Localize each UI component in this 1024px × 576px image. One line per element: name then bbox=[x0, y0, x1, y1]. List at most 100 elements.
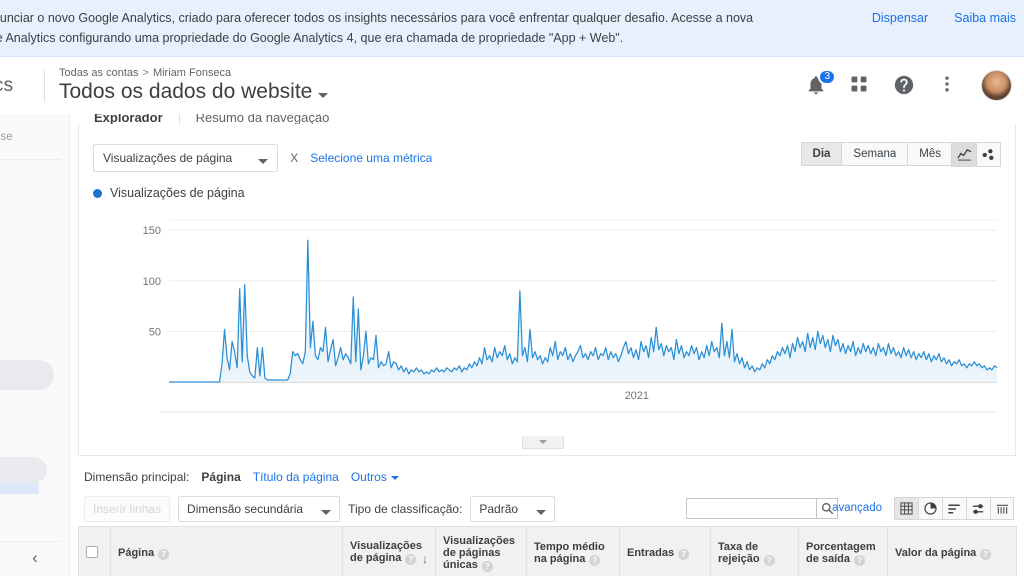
ga4-promo-banner: anunciar o novo Google Analytics, criado… bbox=[0, 0, 1024, 57]
pageviews-timeseries-chart[interactable]: 50 100 150 2021 bbox=[79, 202, 1017, 422]
topbar-icon-group: 3 bbox=[805, 57, 1012, 114]
brand-divider bbox=[44, 69, 45, 102]
svg-text:50: 50 bbox=[149, 326, 161, 338]
select-all-checkbox[interactable] bbox=[86, 545, 98, 558]
help-icon[interactable]: ? bbox=[854, 555, 866, 566]
learn-more-link[interactable]: Saiba mais bbox=[954, 11, 1016, 25]
pivot-view-icon[interactable] bbox=[990, 497, 1014, 520]
select-all-header bbox=[78, 526, 111, 576]
help-icon[interactable] bbox=[893, 74, 917, 98]
sort-type-label: Tipo de classificação: bbox=[348, 502, 463, 516]
chevron-down-icon bbox=[539, 440, 547, 444]
sidebar-collapse-button[interactable]: ‹ bbox=[0, 548, 70, 568]
help-icon[interactable]: ? bbox=[158, 549, 170, 560]
col-entradas[interactable]: Entradas? bbox=[619, 526, 711, 576]
chevron-down-icon bbox=[318, 92, 329, 98]
col-visualizacoes-de-pagina[interactable]: Visualizações de página? ↓ bbox=[342, 526, 436, 576]
analytics-page: anunciar o novo Google Analytics, criado… bbox=[0, 0, 1024, 576]
col-visualizacoes-paginas-unicas[interactable]: Visualizações de páginas únicas? bbox=[435, 526, 527, 576]
sidebar-text-fragment: conse bbox=[0, 131, 13, 143]
breadcrumb-separator: > bbox=[142, 67, 149, 79]
table-header-row: Página? Visualizações de página? ↓ Visual… bbox=[78, 526, 1017, 576]
col-porcentagem-de-saida[interactable]: Porcentagem de saída? bbox=[798, 526, 888, 576]
help-icon[interactable]: ? bbox=[481, 561, 493, 572]
help-icon[interactable]: ? bbox=[980, 549, 992, 560]
help-icon[interactable]: ? bbox=[763, 555, 775, 566]
banner-line-2: gle Analytics configurando uma proprieda… bbox=[0, 31, 624, 45]
banner-text: anunciar o novo Google Analytics, criado… bbox=[0, 0, 816, 48]
legend-label: Visualizações de página bbox=[110, 186, 245, 200]
secondary-dimension-select[interactable]: Dimensão secundária bbox=[178, 496, 341, 522]
account-selector[interactable]: Todas as contas > Miriam Fonseca Todos os … bbox=[59, 67, 329, 104]
help-icon[interactable]: ? bbox=[678, 549, 690, 560]
dimension-others-link[interactable]: Outros bbox=[351, 470, 399, 484]
table-search bbox=[686, 498, 838, 519]
performance-view-icon[interactable] bbox=[966, 497, 990, 520]
metric-selector-row: Visualizações de página X Selecione uma … bbox=[93, 144, 432, 172]
tab-resumo-navegacao[interactable]: Resumo da navegação bbox=[180, 114, 346, 124]
svg-text:100: 100 bbox=[143, 276, 161, 288]
sort-type-value: Padrão bbox=[479, 502, 519, 516]
line-chart-icon[interactable] bbox=[951, 142, 976, 167]
dismiss-banner-button[interactable]: Dispensar bbox=[872, 11, 928, 25]
banner-line-1: anunciar o novo Google Analytics, criado… bbox=[0, 11, 754, 25]
sidebar-divider-2 bbox=[0, 541, 61, 542]
apps-grid-icon[interactable] bbox=[849, 74, 873, 98]
banner-actions: Dispensar Saiba mais bbox=[872, 11, 1016, 25]
sort-desc-icon[interactable]: ↓ bbox=[422, 552, 428, 566]
main-content: Explorador Resumo da navegação Visualiza… bbox=[70, 114, 1024, 576]
pie-view-icon[interactable] bbox=[918, 497, 942, 520]
granularity-dia[interactable]: Dia bbox=[800, 142, 842, 166]
primary-dimension-row: Dimensão principal: Página Título da pág… bbox=[84, 470, 399, 484]
legend-color-dot bbox=[93, 188, 102, 198]
report-table: Página? Visualizações de página? ↓ Visual… bbox=[78, 526, 1017, 576]
chart-card: Visualizações de página X Selecione uma … bbox=[78, 124, 1016, 456]
avatar[interactable] bbox=[981, 70, 1012, 101]
advanced-filter-link[interactable]: avançado bbox=[832, 502, 882, 514]
granularity-toggle: Dia Semana Mês bbox=[800, 142, 953, 166]
sidebar-item-highlight[interactable] bbox=[0, 360, 54, 390]
chart-legend: Visualizações de página bbox=[93, 186, 245, 200]
svg-text:2021: 2021 bbox=[625, 390, 649, 402]
bell-icon[interactable]: 3 bbox=[805, 68, 836, 98]
granularity-mes[interactable]: Mês bbox=[907, 142, 953, 166]
primary-dimension-active[interactable]: Página bbox=[201, 470, 240, 484]
notification-badge: 3 bbox=[818, 68, 836, 85]
help-icon[interactable]: ? bbox=[589, 555, 601, 566]
sort-type-select[interactable]: Padrão bbox=[470, 496, 556, 522]
table-view-icon[interactable] bbox=[894, 497, 918, 520]
chart-type-toggle bbox=[951, 142, 1001, 167]
page-title[interactable]: Todos os dados do website bbox=[59, 80, 329, 104]
view-type-group bbox=[894, 497, 1014, 520]
chevron-down-icon bbox=[536, 509, 547, 515]
col-pagina[interactable]: Página? bbox=[110, 526, 343, 576]
chevron-down-icon bbox=[321, 509, 332, 515]
chart-svg: 50 100 150 2021 bbox=[143, 219, 998, 413]
more-vert-icon[interactable] bbox=[937, 74, 961, 98]
dimension-title-link[interactable]: Título da página bbox=[253, 470, 339, 484]
select-metric-link[interactable]: Selecione uma métrica bbox=[310, 151, 432, 165]
col-taxa-de-rejeicao[interactable]: Taxa de rejeição? bbox=[710, 526, 799, 576]
chevron-down-icon bbox=[390, 476, 399, 480]
chevron-down-icon bbox=[258, 158, 269, 164]
tab-explorador[interactable]: Explorador bbox=[78, 114, 179, 124]
col-valor-da-pagina[interactable]: Valor da página? bbox=[887, 526, 1017, 576]
breadcrumb-account[interactable]: Todas as contas bbox=[59, 67, 139, 79]
analytics-logo-text[interactable]: tics bbox=[0, 75, 40, 97]
sidebar-item-selected[interactable] bbox=[0, 457, 47, 494]
breadcrumb-property[interactable]: Miriam Fonseca bbox=[153, 67, 231, 79]
scatter-chart-icon[interactable] bbox=[976, 142, 1001, 167]
bar-view-icon[interactable] bbox=[942, 497, 966, 520]
metric-select[interactable]: Visualizações de página bbox=[93, 144, 279, 172]
secondary-dimension-value: Dimensão secundária bbox=[187, 502, 304, 516]
help-icon[interactable]: ? bbox=[405, 554, 417, 565]
remove-metric-x[interactable]: X bbox=[290, 151, 298, 165]
chart-expand-handle[interactable] bbox=[522, 436, 564, 449]
col-tempo-medio-na-pagina[interactable]: Tempo médio na página? bbox=[526, 526, 620, 576]
svg-text:150: 150 bbox=[143, 225, 161, 237]
granularity-semana[interactable]: Semana bbox=[841, 142, 908, 166]
property-title-text: Todos os dados do website bbox=[59, 80, 313, 103]
search-input[interactable] bbox=[686, 498, 816, 519]
insert-rows-button[interactable]: Inserir linhas bbox=[84, 496, 171, 522]
primary-dimension-label: Dimensão principal: bbox=[84, 470, 190, 484]
